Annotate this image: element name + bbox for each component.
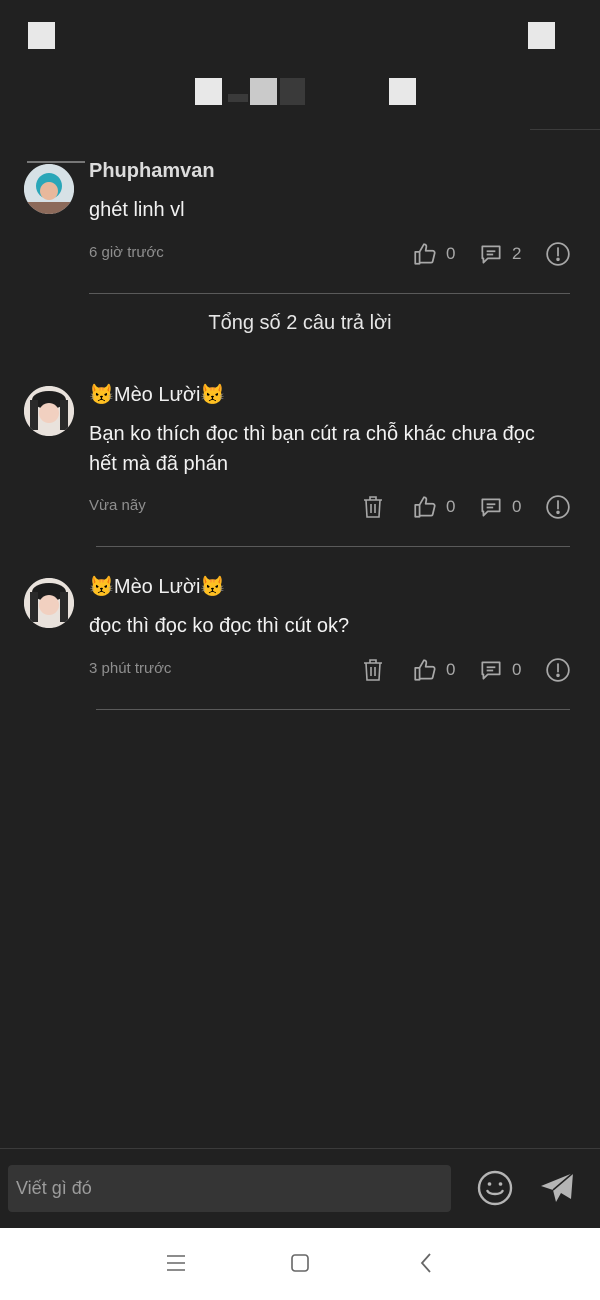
exclamation-circle-icon — [545, 657, 571, 683]
menu-lines-icon — [165, 1254, 187, 1277]
title-block-4 — [280, 78, 305, 105]
comment-divider — [89, 293, 570, 294]
comment-divider — [96, 546, 570, 547]
system-navigation-bar — [0, 1228, 600, 1300]
top-divider — [530, 129, 600, 130]
reply-count: 0 — [512, 660, 522, 679]
report-button[interactable] — [545, 492, 571, 522]
comment-author[interactable]: Phuphamvan — [89, 160, 215, 183]
speech-bubble-icon — [478, 241, 504, 267]
delete-button[interactable] — [361, 492, 385, 522]
reply-button[interactable]: 0 — [478, 492, 521, 522]
avatar[interactable] — [24, 578, 74, 628]
comment-author[interactable]: 😾Mèo Lười😾 — [89, 574, 225, 599]
comment-meta: 6 giờ trước 0 2 — [89, 239, 570, 269]
comment-input[interactable] — [8, 1165, 451, 1212]
title-block-1 — [195, 78, 222, 105]
paper-plane-icon — [538, 1172, 576, 1211]
speech-bubble-icon — [478, 494, 504, 520]
emoji-button[interactable] — [476, 1169, 514, 1207]
thumbs-up-icon — [412, 241, 438, 267]
report-button[interactable] — [545, 655, 571, 685]
smiley-icon — [476, 1170, 514, 1211]
comment-time: 6 giờ trước — [89, 244, 164, 261]
title-block-5 — [389, 78, 416, 105]
comment-author[interactable]: 😾Mèo Lười😾 — [89, 382, 225, 407]
home-button[interactable] — [285, 1250, 315, 1280]
delete-button[interactable] — [361, 655, 385, 685]
avatar-image — [24, 386, 74, 436]
speech-bubble-icon — [478, 657, 504, 683]
report-button[interactable] — [545, 239, 571, 269]
comment-composer — [0, 1148, 600, 1229]
like-button[interactable]: 0 — [412, 655, 455, 685]
trash-icon — [361, 494, 385, 520]
like-button[interactable]: 0 — [412, 492, 455, 522]
top-bar — [0, 0, 600, 130]
like-count: 0 — [446, 497, 456, 516]
menu-button-placeholder[interactable] — [528, 22, 555, 49]
send-button[interactable] — [538, 1169, 576, 1207]
menu-button[interactable] — [161, 1250, 191, 1280]
reply-count: 0 — [512, 497, 522, 516]
avatar[interactable] — [24, 164, 74, 214]
reply-button[interactable]: 0 — [478, 655, 521, 685]
comment-time: 3 phút trước — [89, 660, 172, 677]
exclamation-circle-icon — [545, 494, 571, 520]
comment-text: đọc thì đọc ko đọc thì cút ok? — [89, 615, 350, 637]
reply-count: 2 — [512, 244, 522, 263]
avatar-image — [24, 578, 74, 628]
comment-time: Vừa nãy — [89, 497, 146, 514]
redaction-line — [27, 161, 85, 163]
comment-text: Bạn ko thích đọc thì bạn cút ra chỗ khác… — [89, 423, 535, 475]
like-count: 0 — [446, 660, 456, 679]
thumbs-up-icon — [412, 494, 438, 520]
exclamation-circle-icon — [545, 241, 571, 267]
comment-divider — [96, 709, 570, 710]
total-replies-label: Tổng số 2 câu trả lời — [208, 312, 392, 334]
title-block-2 — [228, 94, 248, 102]
back-chevron-icon — [419, 1252, 433, 1279]
title-block-3 — [250, 78, 277, 105]
back-button-placeholder[interactable] — [28, 22, 55, 49]
thumbs-up-icon — [412, 657, 438, 683]
like-button[interactable]: 0 — [412, 239, 455, 269]
avatar[interactable] — [24, 386, 74, 436]
avatar-image — [24, 164, 74, 214]
comment-meta: 3 phút trước 0 0 — [89, 655, 570, 685]
like-count: 0 — [446, 244, 456, 263]
trash-icon — [361, 657, 385, 683]
reply-button[interactable]: 2 — [478, 239, 521, 269]
back-button[interactable] — [411, 1250, 441, 1280]
home-square-icon — [290, 1253, 310, 1278]
comment-text: ghét linh vl — [89, 199, 185, 221]
comment-meta: Vừa nãy 0 0 — [89, 492, 570, 522]
